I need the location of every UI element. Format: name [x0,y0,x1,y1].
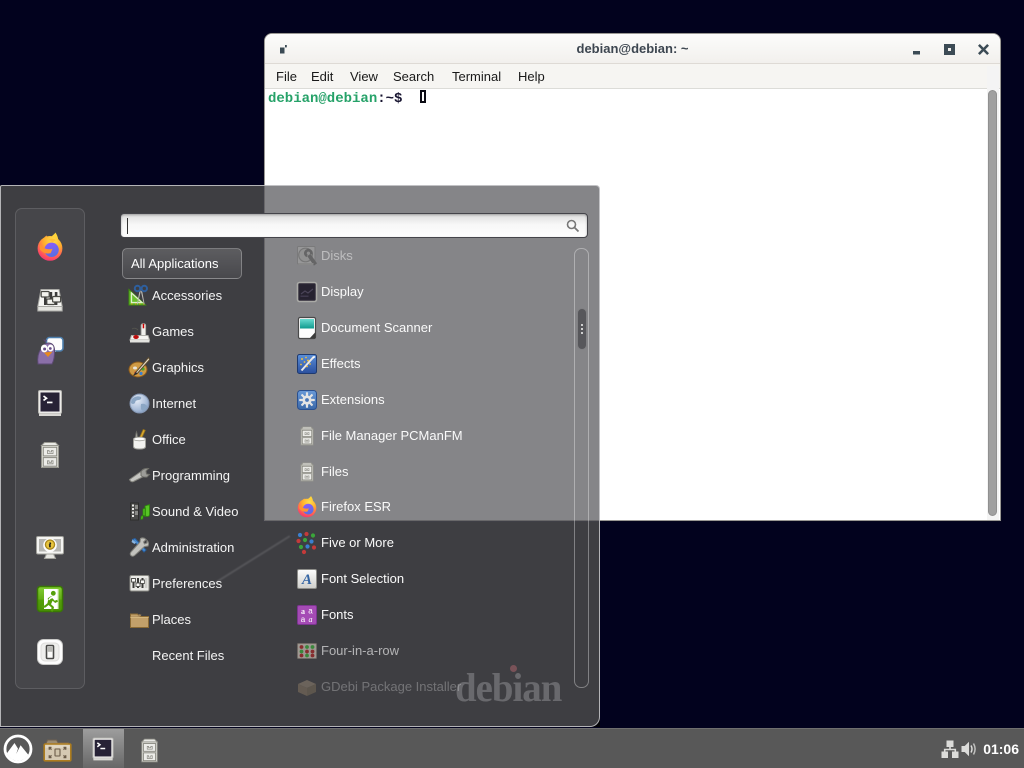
svg-text:a: a [309,615,313,624]
svg-text:A: A [301,572,312,588]
svg-text:a: a [301,615,306,624]
